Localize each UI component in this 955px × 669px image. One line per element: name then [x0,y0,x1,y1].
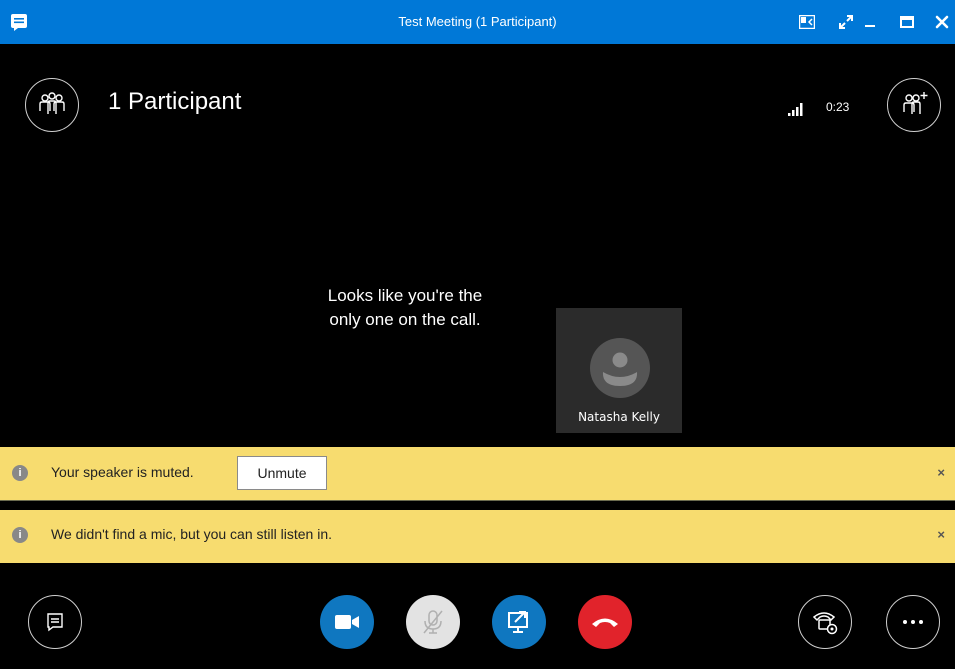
share-screen-icon [508,611,528,633]
call-timer: 0:23 [826,100,850,114]
title-bar: Test Meeting (1 Participant) [0,0,955,44]
chat-button[interactable] [28,595,82,649]
maximize-icon[interactable] [894,0,920,44]
info-icon: i [12,465,28,481]
alone-message-line2: only one on the call. [329,310,481,329]
video-camera-icon [335,615,359,629]
dismiss-banner-icon[interactable]: × [937,465,945,480]
video-button[interactable] [320,595,374,649]
compact-view-icon[interactable] [794,0,820,44]
participants-icon [39,92,65,114]
mic-button[interactable] [406,595,460,649]
more-options-icon [903,620,923,624]
hang-up-button[interactable] [578,595,632,649]
call-controls-bar [0,563,955,669]
add-participant-icon [903,92,928,114]
banner-message: We didn't find a mic, but you can still … [51,526,332,542]
speaker-muted-banner: i Your speaker is muted. Unmute × [0,447,955,501]
signal-icon [788,103,803,116]
no-mic-banner: i We didn't find a mic, but you can stil… [0,510,955,563]
participant-tile[interactable]: Natasha Kelly [556,308,682,433]
chat-icon [47,613,63,632]
close-icon[interactable] [929,0,955,44]
alone-message: Looks like you're the only one on the ca… [300,284,510,332]
minimize-icon[interactable] [857,0,883,44]
call-stage: 1 Participant 0:23 Looks like you're the… [0,44,955,447]
call-controls-icon [812,612,838,635]
more-options-button[interactable] [886,595,940,649]
mic-muted-icon [423,610,443,634]
participant-name: Natasha Kelly [578,410,660,424]
share-screen-button[interactable] [492,595,546,649]
alone-message-line1: Looks like you're the [327,286,483,305]
info-icon: i [12,527,28,543]
hang-up-icon [592,618,618,627]
banner-message: Your speaker is muted. [51,464,194,480]
add-participant-button[interactable] [887,78,941,132]
participants-button[interactable] [25,78,79,132]
unmute-button[interactable]: Unmute [237,456,327,490]
dismiss-banner-icon[interactable]: × [937,527,945,542]
fullscreen-icon[interactable] [833,0,859,44]
call-controls-button[interactable] [798,595,852,649]
avatar [590,338,650,398]
participants-count: 1 Participant [108,88,242,115]
